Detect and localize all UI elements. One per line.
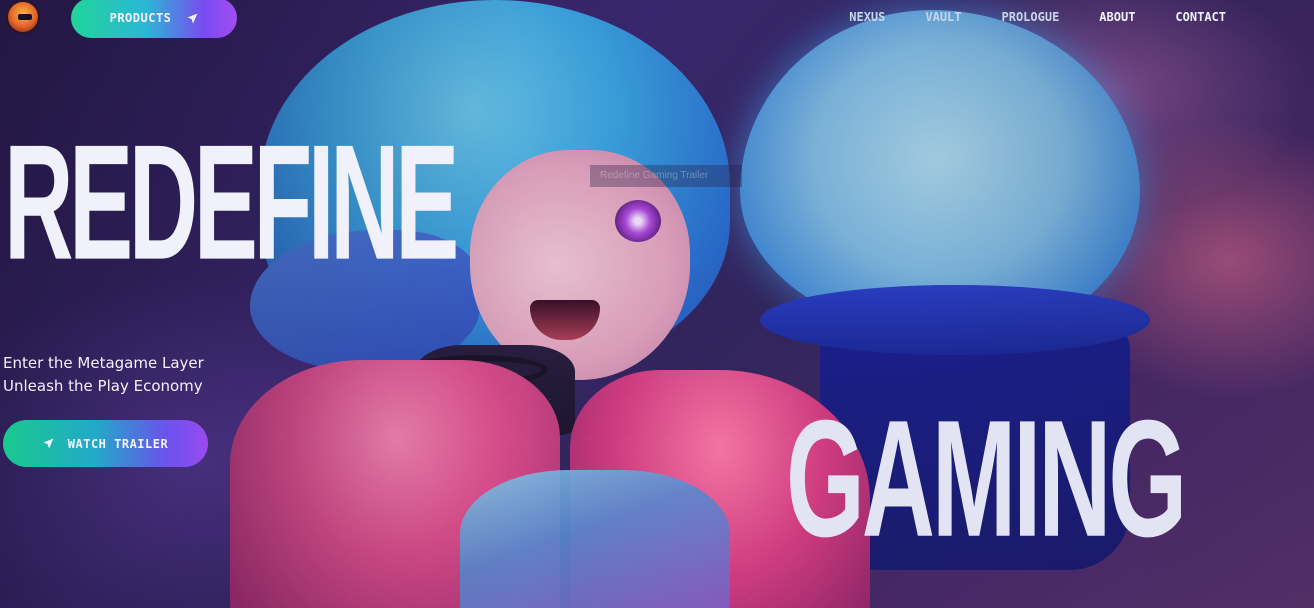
watch-trailer-label: WATCH TRAILER <box>67 436 169 451</box>
top-navigation: NEXUS VAULT PROLOGUE ABOUT CONTACT <box>849 10 1226 24</box>
faded-video-label: Redefine Gaming Trailer <box>590 165 742 187</box>
nav-link-vault[interactable]: VAULT <box>925 10 961 24</box>
nav-link-about[interactable]: ABOUT <box>1099 10 1135 24</box>
nav-link-contact[interactable]: CONTACT <box>1175 10 1226 24</box>
hero-title-second-word: GAMING <box>786 384 1187 572</box>
products-button[interactable]: PRODUCTS <box>71 0 237 38</box>
paper-plane-icon <box>43 438 54 449</box>
hero-title-first-word: REDEFINE <box>4 109 459 294</box>
paper-plane-icon <box>187 13 198 24</box>
nav-link-nexus[interactable]: NEXUS <box>849 10 885 24</box>
tagline-line-2: Unleash the Play Economy <box>3 377 203 395</box>
products-button-label: PRODUCTS <box>109 11 172 25</box>
watch-trailer-button[interactable]: WATCH TRAILER <box>3 420 208 467</box>
brand-logo[interactable] <box>6 0 40 34</box>
hero-tagline: Enter the Metagame Layer Unleash the Pla… <box>3 352 204 398</box>
nav-link-prologue[interactable]: PROLOGUE <box>1002 10 1060 24</box>
logo-mask-icon <box>18 14 32 20</box>
tagline-line-1: Enter the Metagame Layer <box>3 354 204 372</box>
